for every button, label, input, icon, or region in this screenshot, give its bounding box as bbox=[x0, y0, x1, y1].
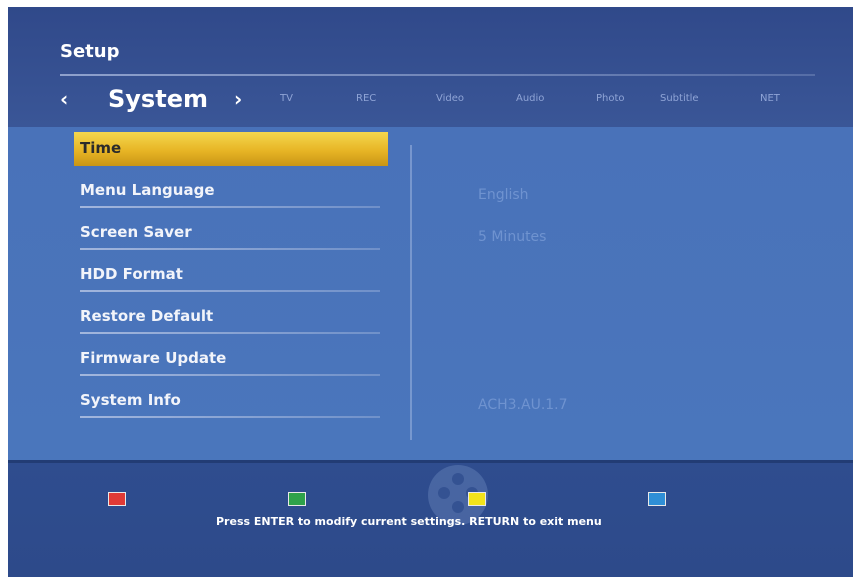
item-divider bbox=[80, 374, 380, 376]
menu-item-menu-language[interactable]: Menu Language bbox=[74, 174, 388, 208]
item-divider bbox=[80, 248, 380, 250]
menu-item-label: Screen Saver bbox=[80, 223, 192, 241]
chevron-right-icon[interactable]: › bbox=[234, 87, 242, 111]
chevron-left-icon[interactable]: ‹ bbox=[60, 87, 68, 111]
menu-item-screen-saver[interactable]: Screen Saver bbox=[74, 216, 388, 250]
tab-video[interactable]: Video bbox=[436, 93, 464, 104]
header: Setup ‹ System › TV REC Video Audio Phot… bbox=[8, 7, 853, 127]
tab-audio[interactable]: Audio bbox=[516, 93, 544, 104]
item-divider bbox=[80, 332, 380, 334]
tab-rec[interactable]: REC bbox=[356, 93, 376, 104]
tab-tv[interactable]: TV bbox=[280, 93, 293, 104]
system-info-value: ACH3.AU.1.7 bbox=[478, 397, 568, 413]
page-title: Setup bbox=[60, 41, 120, 62]
menu-language-value: English bbox=[478, 187, 529, 203]
tab-subtitle[interactable]: Subtitle bbox=[660, 93, 699, 104]
menu-item-time[interactable]: Time bbox=[74, 132, 388, 166]
green-key-icon[interactable] bbox=[288, 492, 306, 506]
tab-net[interactable]: NET bbox=[760, 93, 780, 104]
red-key-icon[interactable] bbox=[108, 492, 126, 506]
settings-panel: Time Menu Language Screen Saver HDD Form… bbox=[8, 127, 853, 460]
menu-item-firmware-update[interactable]: Firmware Update bbox=[74, 342, 388, 376]
menu-item-label: Restore Default bbox=[80, 307, 214, 325]
item-divider bbox=[80, 416, 380, 418]
help-text: Press ENTER to modify current settings. … bbox=[216, 515, 602, 528]
column-divider bbox=[410, 145, 412, 440]
tv-setup-screen: Setup ‹ System › TV REC Video Audio Phot… bbox=[8, 7, 853, 577]
menu-item-label: System Info bbox=[80, 391, 181, 409]
yellow-key-icon[interactable] bbox=[468, 492, 486, 506]
header-divider bbox=[60, 74, 815, 76]
menu-item-hdd-format[interactable]: HDD Format bbox=[74, 258, 388, 292]
menu-item-label: Time bbox=[80, 139, 122, 157]
menu-item-restore-default[interactable]: Restore Default bbox=[74, 300, 388, 334]
item-divider bbox=[80, 290, 380, 292]
item-divider bbox=[80, 206, 380, 208]
menu-item-system-info[interactable]: System Info bbox=[74, 384, 388, 418]
footer-divider bbox=[8, 460, 853, 463]
blue-key-icon[interactable] bbox=[648, 492, 666, 506]
footer: Press ENTER to modify current settings. … bbox=[8, 460, 853, 577]
tab-photo[interactable]: Photo bbox=[596, 93, 625, 104]
screen-saver-value: 5 Minutes bbox=[478, 229, 547, 245]
menu-item-label: Menu Language bbox=[80, 181, 215, 199]
menu-item-label: HDD Format bbox=[80, 265, 183, 283]
tab-system[interactable]: System bbox=[108, 85, 208, 113]
menu-item-label: Firmware Update bbox=[80, 349, 227, 367]
